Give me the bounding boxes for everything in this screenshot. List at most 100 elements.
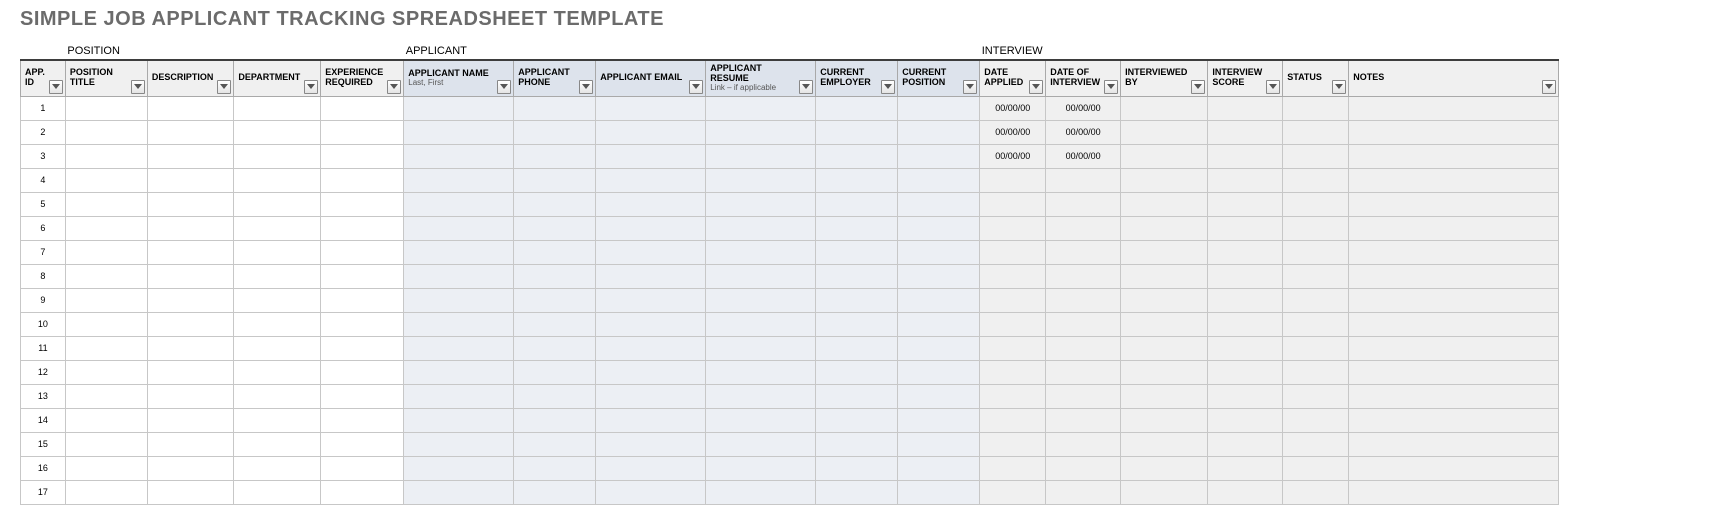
filter-applicant-resume[interactable] [799, 80, 813, 94]
cell-interview-score[interactable] [1208, 288, 1283, 312]
cell-interview-score[interactable] [1208, 480, 1283, 504]
cell-date-applied[interactable] [980, 168, 1046, 192]
cell-current-position[interactable] [898, 144, 980, 168]
cell-applicant-phone[interactable] [514, 432, 596, 456]
cell-applicant-email[interactable] [596, 216, 706, 240]
cell-applicant-resume[interactable] [706, 144, 816, 168]
cell-app-id[interactable]: 10 [21, 312, 66, 336]
cell-position-title[interactable] [65, 480, 147, 504]
cell-applicant-email[interactable] [596, 384, 706, 408]
cell-date-interview[interactable]: 00/00/00 [1046, 96, 1121, 120]
cell-status[interactable] [1283, 240, 1349, 264]
cell-app-id[interactable]: 5 [21, 192, 66, 216]
cell-department[interactable] [234, 216, 321, 240]
cell-interview-score[interactable] [1208, 408, 1283, 432]
cell-interview-score[interactable] [1208, 144, 1283, 168]
cell-interview-score[interactable] [1208, 240, 1283, 264]
cell-applicant-phone[interactable] [514, 192, 596, 216]
cell-applicant-resume[interactable] [706, 312, 816, 336]
cell-status[interactable] [1283, 120, 1349, 144]
cell-experience[interactable] [321, 120, 404, 144]
cell-applicant-resume[interactable] [706, 432, 816, 456]
cell-interviewed-by[interactable] [1121, 96, 1208, 120]
cell-current-position[interactable] [898, 288, 980, 312]
cell-date-interview[interactable] [1046, 480, 1121, 504]
cell-app-id[interactable]: 9 [21, 288, 66, 312]
cell-applicant-name[interactable] [404, 264, 514, 288]
cell-experience[interactable] [321, 240, 404, 264]
cell-date-interview[interactable] [1046, 288, 1121, 312]
cell-app-id[interactable]: 13 [21, 384, 66, 408]
cell-status[interactable] [1283, 336, 1349, 360]
cell-applicant-resume[interactable] [706, 384, 816, 408]
cell-interview-score[interactable] [1208, 360, 1283, 384]
cell-position-title[interactable] [65, 216, 147, 240]
cell-status[interactable] [1283, 312, 1349, 336]
filter-date-applied[interactable] [1029, 80, 1043, 94]
cell-position-title[interactable] [65, 144, 147, 168]
cell-date-interview[interactable] [1046, 456, 1121, 480]
cell-experience[interactable] [321, 144, 404, 168]
cell-current-employer[interactable] [816, 168, 898, 192]
cell-current-position[interactable] [898, 120, 980, 144]
cell-department[interactable] [234, 144, 321, 168]
cell-status[interactable] [1283, 192, 1349, 216]
cell-notes[interactable] [1349, 144, 1559, 168]
cell-description[interactable] [147, 312, 234, 336]
cell-applicant-name[interactable] [404, 456, 514, 480]
cell-status[interactable] [1283, 480, 1349, 504]
cell-applicant-resume[interactable] [706, 264, 816, 288]
cell-status[interactable] [1283, 216, 1349, 240]
cell-date-applied[interactable] [980, 192, 1046, 216]
cell-applicant-phone[interactable] [514, 120, 596, 144]
cell-date-interview[interactable] [1046, 192, 1121, 216]
cell-date-applied[interactable]: 00/00/00 [980, 96, 1046, 120]
cell-interview-score[interactable] [1208, 432, 1283, 456]
cell-interviewed-by[interactable] [1121, 312, 1208, 336]
cell-experience[interactable] [321, 192, 404, 216]
cell-applicant-name[interactable] [404, 384, 514, 408]
cell-app-id[interactable]: 3 [21, 144, 66, 168]
cell-current-employer[interactable] [816, 456, 898, 480]
cell-description[interactable] [147, 336, 234, 360]
cell-interviewed-by[interactable] [1121, 264, 1208, 288]
cell-description[interactable] [147, 384, 234, 408]
filter-description[interactable] [217, 80, 231, 94]
cell-current-position[interactable] [898, 336, 980, 360]
cell-applicant-resume[interactable] [706, 336, 816, 360]
cell-current-position[interactable] [898, 216, 980, 240]
cell-position-title[interactable] [65, 240, 147, 264]
cell-interview-score[interactable] [1208, 264, 1283, 288]
cell-applicant-resume[interactable] [706, 168, 816, 192]
cell-notes[interactable] [1349, 192, 1559, 216]
cell-current-position[interactable] [898, 408, 980, 432]
cell-current-position[interactable] [898, 480, 980, 504]
cell-experience[interactable] [321, 360, 404, 384]
cell-interviewed-by[interactable] [1121, 120, 1208, 144]
cell-current-employer[interactable] [816, 360, 898, 384]
cell-applicant-email[interactable] [596, 456, 706, 480]
cell-position-title[interactable] [65, 96, 147, 120]
cell-date-interview[interactable]: 00/00/00 [1046, 120, 1121, 144]
cell-applicant-resume[interactable] [706, 480, 816, 504]
cell-date-interview[interactable] [1046, 408, 1121, 432]
cell-experience[interactable] [321, 96, 404, 120]
cell-app-id[interactable]: 6 [21, 216, 66, 240]
cell-date-applied[interactable] [980, 432, 1046, 456]
cell-interviewed-by[interactable] [1121, 288, 1208, 312]
cell-applicant-name[interactable] [404, 360, 514, 384]
cell-applicant-email[interactable] [596, 288, 706, 312]
cell-applicant-name[interactable] [404, 312, 514, 336]
cell-applicant-phone[interactable] [514, 384, 596, 408]
cell-applicant-phone[interactable] [514, 480, 596, 504]
cell-experience[interactable] [321, 312, 404, 336]
cell-current-position[interactable] [898, 96, 980, 120]
cell-notes[interactable] [1349, 120, 1559, 144]
cell-applicant-resume[interactable] [706, 288, 816, 312]
cell-position-title[interactable] [65, 336, 147, 360]
cell-applicant-phone[interactable] [514, 168, 596, 192]
cell-applicant-email[interactable] [596, 144, 706, 168]
cell-interviewed-by[interactable] [1121, 384, 1208, 408]
cell-position-title[interactable] [65, 168, 147, 192]
cell-current-employer[interactable] [816, 192, 898, 216]
